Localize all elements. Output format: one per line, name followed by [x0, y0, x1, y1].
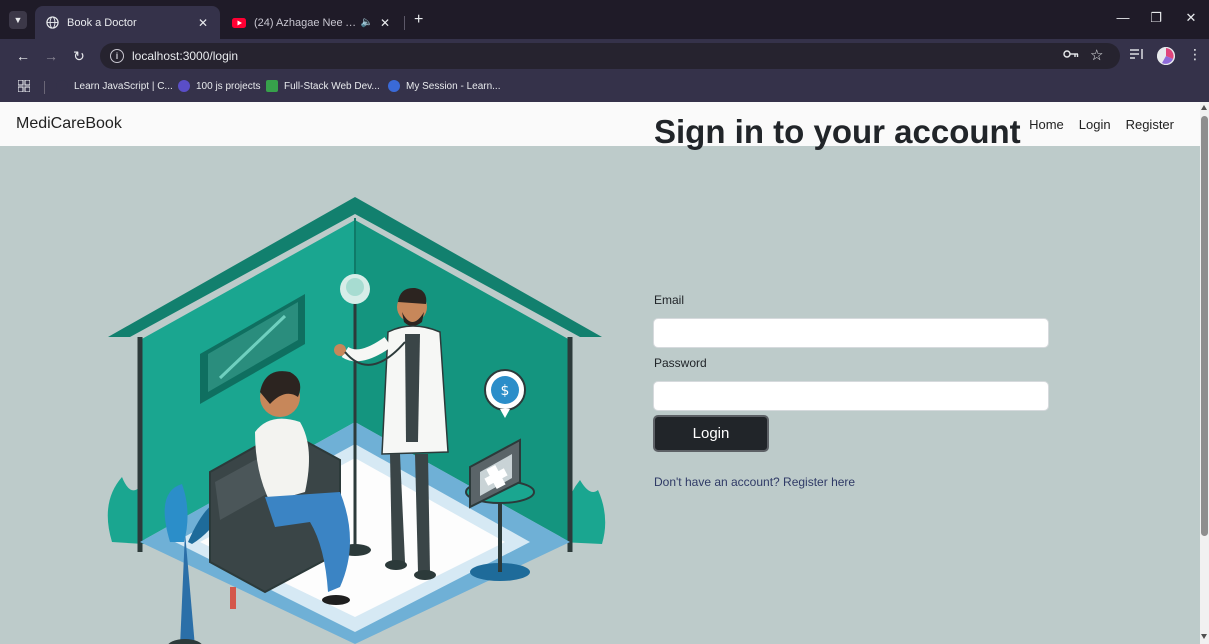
new-tab-icon[interactable]: + [414, 11, 423, 29]
bookmark-favicon-icon [388, 80, 400, 92]
bookmark-label: My Session - Learn... [406, 80, 501, 92]
login-button[interactable]: Login [653, 415, 769, 452]
bookmark-favicon-icon [266, 80, 278, 92]
bookmark-separator [44, 81, 45, 94]
scrollbar-thumb[interactable] [1201, 116, 1208, 536]
bookmark-star-icon[interactable]: ☆ [1090, 46, 1103, 64]
minimize-icon[interactable]: — [1113, 10, 1133, 25]
url-text: localhost:3000/login [132, 49, 239, 63]
bookmark-label: 100 js projects [196, 80, 261, 92]
tab-youtube[interactable]: (24) Azhagae Nee Asainthal 🔈 ✕ [222, 6, 402, 39]
close-tab-icon[interactable]: ✕ [378, 16, 392, 30]
youtube-icon [232, 16, 246, 30]
key-icon[interactable] [1063, 48, 1079, 63]
password-label: Password [654, 356, 707, 370]
bookmark-item[interactable]: 100 js projects [178, 80, 260, 92]
reload-icon[interactable]: ↻ [70, 47, 88, 65]
bookmark-item[interactable]: Full-Stack Web Dev... [266, 80, 380, 92]
bookmarks-bar: Learn JavaScript | C... 100 js projects … [0, 73, 1209, 102]
bookmark-item[interactable]: Learn JavaScript | C... [56, 80, 173, 92]
globe-icon [45, 16, 59, 30]
browser-toolbar: ← → ↻ i localhost:3000/login ☆ ⋮ [0, 39, 1209, 73]
nav-link-home[interactable]: Home [1029, 117, 1064, 132]
page-title: Sign in to your account [654, 113, 1021, 150]
forward-icon[interactable]: → [42, 47, 60, 65]
password-field[interactable] [653, 381, 1049, 411]
scroll-down-icon[interactable] [1201, 634, 1207, 639]
tab-search-icon[interactable]: ▼ [9, 11, 27, 29]
close-window-icon[interactable]: ✕ [1181, 10, 1201, 26]
tab-separator [404, 16, 405, 30]
page-viewport: MediCareBook Home Login Register $ Sign … [0, 102, 1200, 644]
back-icon[interactable]: ← [14, 47, 32, 65]
bookmark-favicon-icon [178, 80, 190, 92]
email-label: Email [654, 293, 685, 307]
reading-list-icon[interactable] [1130, 48, 1144, 63]
close-tab-icon[interactable]: ✕ [196, 16, 210, 30]
nav-link-login[interactable]: Login [1079, 117, 1111, 132]
address-bar[interactable]: i localhost:3000/login ☆ [100, 43, 1120, 69]
email-field[interactable] [653, 318, 1049, 348]
browser-tab-bar: ▼ Book a Doctor ✕ (24) Azhagae Nee Asain… [0, 0, 1209, 39]
apps-grid-icon[interactable] [18, 80, 30, 92]
kebab-menu-icon[interactable]: ⋮ [1188, 46, 1202, 63]
doctor-visit-illustration: $ [107, 197, 606, 644]
brand-logo[interactable]: MediCareBook [16, 115, 122, 133]
profile-avatar[interactable] [1157, 47, 1175, 65]
register-link[interactable]: Don't have an account? Register here [654, 475, 855, 489]
speaker-icon[interactable]: 🔈 [360, 17, 374, 28]
bookmark-favicon-icon [56, 80, 68, 92]
nav-link-register[interactable]: Register [1126, 117, 1174, 132]
svg-text:$: $ [501, 383, 510, 399]
restore-icon[interactable]: ❐ [1146, 10, 1166, 26]
scroll-up-icon[interactable] [1201, 105, 1207, 110]
bookmark-label: Full-Stack Web Dev... [284, 80, 380, 92]
tab-title: (24) Azhagae Nee Asainthal [254, 16, 360, 29]
bookmark-label: Learn JavaScript | C... [74, 80, 173, 92]
bookmark-item[interactable]: My Session - Learn... [388, 80, 500, 92]
site-info-icon[interactable]: i [110, 49, 124, 63]
nav-links: Home Login Register [1029, 117, 1174, 132]
tab-book-a-doctor[interactable]: Book a Doctor ✕ [35, 6, 220, 39]
page-scrollbar[interactable] [1200, 102, 1209, 644]
tab-title: Book a Doctor [67, 16, 137, 29]
